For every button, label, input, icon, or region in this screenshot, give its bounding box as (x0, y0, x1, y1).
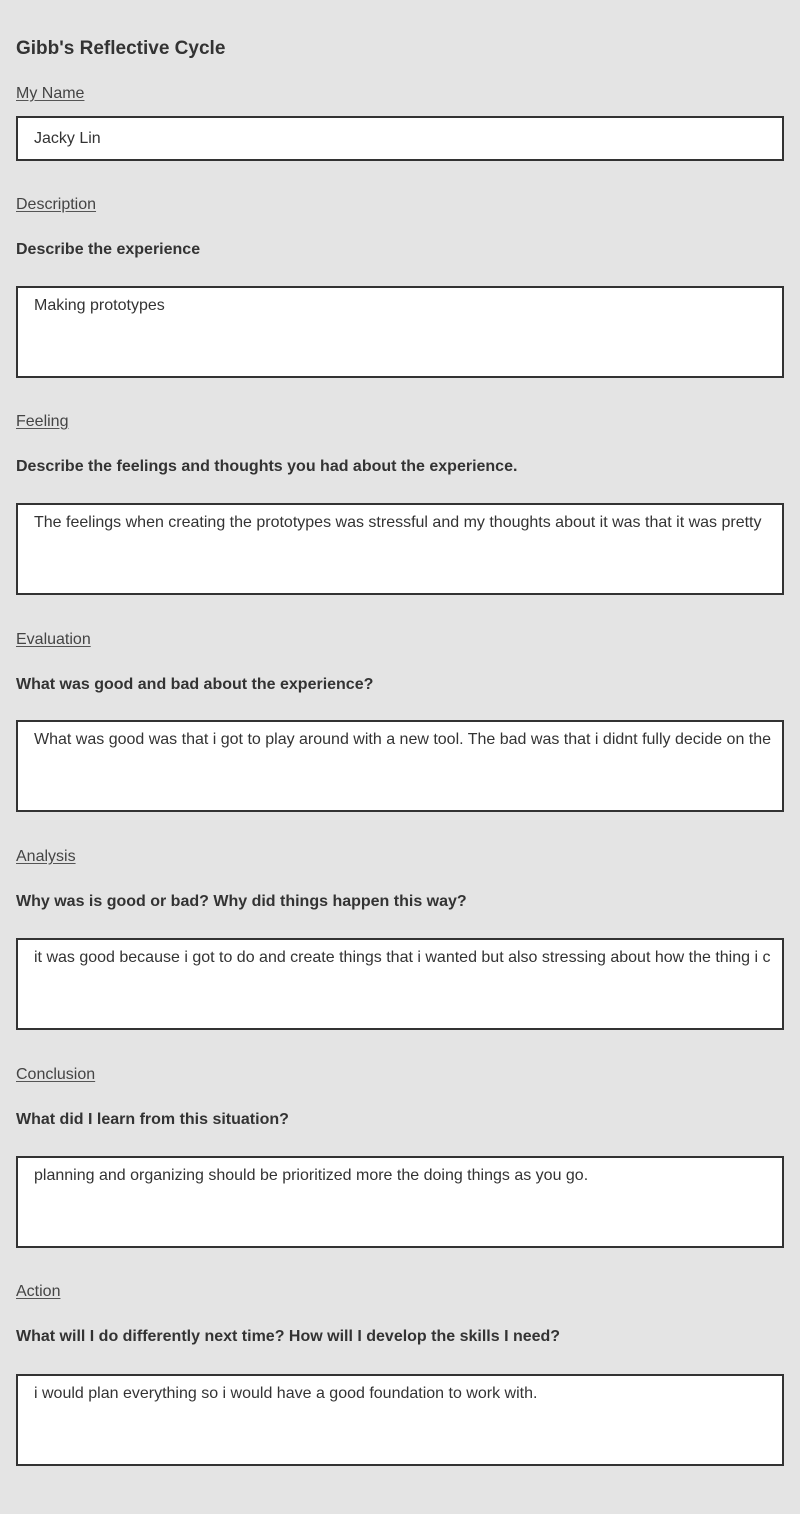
evaluation-textarea[interactable]: What was good was that i got to play aro… (16, 720, 784, 812)
analysis-label: Analysis (16, 848, 76, 865)
feeling-question: Describe the feelings and thoughts you h… (16, 458, 518, 475)
my-name-label: My Name (16, 85, 85, 102)
conclusion-textarea[interactable]: planning and organizing should be priori… (16, 1156, 784, 1248)
feeling-textarea[interactable]: The feelings when creating the prototype… (16, 503, 784, 595)
evaluation-label: Evaluation (16, 631, 91, 648)
action-textarea[interactable]: i would plan everything so i would have … (16, 1374, 784, 1466)
action-question: What will I do differently next time? Ho… (16, 1328, 561, 1345)
description-label: Description (16, 196, 97, 213)
feeling-label: Feeling (16, 413, 69, 430)
page-title: Gibb's Reflective Cycle (16, 38, 226, 59)
description-question: Describe the experience (16, 241, 201, 258)
conclusion-question: What did I learn from this situation? (16, 1111, 289, 1128)
description-textarea[interactable]: Making prototypes (16, 286, 784, 378)
analysis-textarea[interactable]: it was good because i got to do and crea… (16, 938, 784, 1030)
action-label: Action (16, 1283, 61, 1300)
reflective-cycle-form: Gibb's Reflective Cycle My Name Descript… (0, 0, 800, 1514)
name-input[interactable] (16, 116, 784, 161)
analysis-question: Why was is good or bad? Why did things h… (16, 893, 467, 910)
evaluation-question: What was good and bad about the experien… (16, 676, 374, 693)
conclusion-label: Conclusion (16, 1066, 96, 1083)
